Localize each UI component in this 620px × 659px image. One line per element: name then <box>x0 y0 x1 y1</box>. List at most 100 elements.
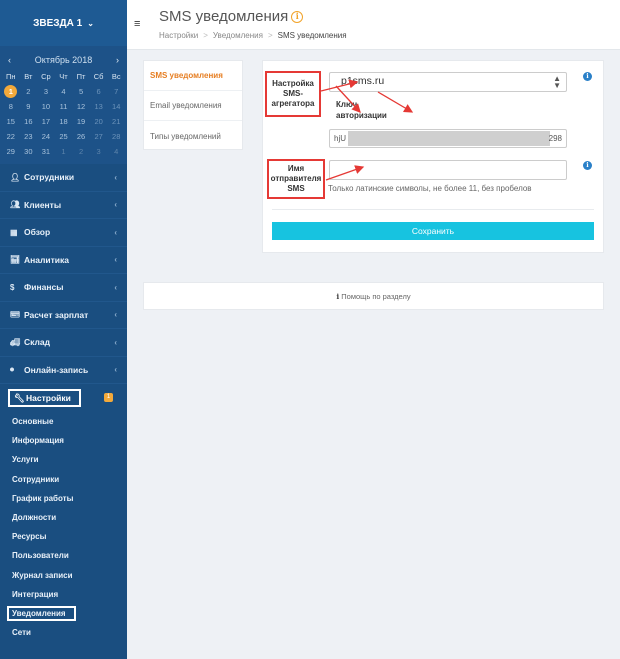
sidebar-item[interactable]: 👤︎ Сотрудники ‹ <box>0 164 127 192</box>
sidebar-item-label: Финансы <box>24 282 64 293</box>
calendar-day[interactable]: 20 <box>90 115 108 128</box>
brand-selector[interactable]: ЗВЕЗДА 1 ⌄ <box>0 0 127 46</box>
chart-icon: 📊︎ <box>10 255 21 265</box>
page-title: SMS уведомления i <box>159 8 304 25</box>
calendar-day[interactable]: 14 <box>107 100 125 113</box>
submenu-item[interactable]: Ресурсы <box>0 527 127 546</box>
sidebar-item-label: Склад <box>24 337 51 348</box>
calendar-day[interactable]: 16 <box>20 115 38 128</box>
chevron-down-icon: ⌄ <box>87 18 94 28</box>
sidebar-item-settings[interactable]: 🔧︎ Настройки 1 <box>0 384 127 412</box>
submenu-item[interactable]: Пользователи <box>0 546 127 565</box>
sidebar-item[interactable]: 👥︎ Клиенты ‹ <box>0 192 127 219</box>
dollar-icon: $ <box>10 282 15 292</box>
calendar-day[interactable]: 29 <box>2 145 20 158</box>
calendar-day[interactable]: 1 <box>4 85 18 98</box>
submenu-item[interactable]: Услуги <box>0 450 127 469</box>
sidebar-item[interactable]: 💳︎ Расчет зарплат ‹ <box>0 302 127 329</box>
submenu-item[interactable]: Интеграция <box>0 585 127 604</box>
chevron-left-icon: ‹ <box>114 310 117 320</box>
breadcrumb-current: SMS уведомления <box>277 31 347 40</box>
calendar-next-icon[interactable]: › <box>116 55 119 65</box>
chevron-left-icon: ‹ <box>114 337 117 347</box>
notification-badge: 1 <box>104 393 113 402</box>
calendar-day[interactable]: 25 <box>55 130 73 143</box>
calendar-weekday: Пт <box>76 72 86 81</box>
aggregator-select[interactable]: p1sms.ru ▲ ▼ <box>329 72 567 92</box>
sidebar-item[interactable]: 🚚︎ Склад ‹ <box>0 329 127 357</box>
submenu-item[interactable]: Уведомления <box>0 604 127 623</box>
calendar-day[interactable]: 21 <box>107 115 125 128</box>
sidebar-item[interactable]: $ Финансы ‹ <box>0 274 127 302</box>
sidebar-item[interactable]: 📊︎ Аналитика ‹ <box>0 247 127 274</box>
breadcrumb-item[interactable]: Уведомления <box>213 31 263 40</box>
sender-name-input[interactable] <box>329 160 567 180</box>
help-link[interactable]: i Помощь по разделу <box>143 282 604 310</box>
chevron-left-icon: ‹ <box>114 200 117 210</box>
breadcrumb: Настройки > Уведомления > SMS уведомления <box>159 31 347 40</box>
calendar-day[interactable]: 9 <box>20 100 38 113</box>
chevron-left-icon: ‹ <box>114 282 117 292</box>
calendar-day[interactable]: 15 <box>2 115 20 128</box>
sidebar-item-label: Аналитика <box>24 254 69 265</box>
wrench-icon: 🔧︎ <box>14 392 25 403</box>
users-icon: 👥︎ <box>10 200 21 210</box>
calendar-day[interactable]: 2 <box>72 145 90 158</box>
calendar-day[interactable]: 19 <box>72 115 90 128</box>
calendar-day[interactable]: 13 <box>90 100 108 113</box>
calendar-day[interactable]: 23 <box>20 130 38 143</box>
record-icon: ⏺ <box>10 364 14 374</box>
calendar-month: Октябрь 2018 <box>34 55 93 65</box>
tab-types[interactable]: Типы уведомлений <box>144 121 242 151</box>
calendar-day[interactable]: 30 <box>20 145 38 158</box>
calendar-weekday: Ср <box>41 72 51 81</box>
calendar-day[interactable]: 3 <box>37 85 55 98</box>
calendar-day[interactable]: 4 <box>107 145 125 158</box>
calendar-day[interactable]: 4 <box>55 85 73 98</box>
calendar-day[interactable]: 17 <box>37 115 55 128</box>
calendar-day[interactable]: 7 <box>107 85 125 98</box>
auth-key-input[interactable]: hjU 298 <box>329 129 567 148</box>
calendar-day[interactable]: 18 <box>55 115 73 128</box>
aggregator-label: Настройка SMS-агрегатора <box>265 71 321 117</box>
calendar-day[interactable]: 1 <box>55 145 73 158</box>
calendar-day[interactable]: 6 <box>90 85 108 98</box>
submenu-item[interactable]: График работы <box>0 489 127 508</box>
calendar-day[interactable]: 8 <box>2 100 20 113</box>
sidebar-item[interactable]: ▦ Обзор ‹ <box>0 219 127 247</box>
card-icon: 💳︎ <box>10 310 21 320</box>
calendar-day[interactable]: 3 <box>90 145 108 158</box>
aggregator-info-icon[interactable]: i <box>583 72 592 81</box>
breadcrumb-item[interactable]: Настройки <box>159 31 198 40</box>
submenu-item[interactable]: Журнал записи <box>0 566 127 585</box>
calendar-prev-icon[interactable]: ‹ <box>8 55 11 65</box>
submenu-item[interactable]: Сети <box>0 623 127 642</box>
calendar-day[interactable]: 28 <box>107 130 125 143</box>
submenu-item[interactable]: Сотрудники <box>0 470 127 489</box>
submenu-item[interactable]: Информация <box>0 431 127 450</box>
calendar-day[interactable]: 5 <box>72 85 90 98</box>
calendar-day[interactable]: 24 <box>37 130 55 143</box>
calendar-weekday: Сб <box>93 72 104 81</box>
calendar-day[interactable]: 10 <box>37 100 55 113</box>
calendar-day[interactable]: 31 <box>37 145 55 158</box>
tab-sms[interactable]: SMS уведомления <box>144 61 242 91</box>
submenu-item[interactable]: Основные <box>0 412 127 431</box>
calendar-day[interactable]: 22 <box>2 130 20 143</box>
form-divider <box>272 209 594 210</box>
sender-info-icon[interactable]: i <box>583 161 592 170</box>
info-icon[interactable]: i <box>291 11 304 23</box>
calendar-day[interactable]: 2 <box>20 85 38 98</box>
calendar-day[interactable]: 11 <box>55 100 73 113</box>
tab-email[interactable]: Email уведомления <box>144 91 242 121</box>
menu-toggle-icon[interactable]: ≡ <box>134 18 140 30</box>
sidebar-item[interactable]: ⏺ Онлайн-запись ‹ <box>0 357 127 384</box>
brand-name: ЗВЕЗДА 1 <box>33 17 83 29</box>
calendar-day[interactable]: 26 <box>72 130 90 143</box>
calendar-day[interactable]: 27 <box>90 130 108 143</box>
save-button[interactable]: Сохранить <box>272 222 594 240</box>
calendar-day[interactable]: 12 <box>72 100 90 113</box>
submenu-item[interactable]: Должности <box>0 508 127 527</box>
calendar-weekday: Чт <box>59 72 68 81</box>
calendar-grid: Пн Вт Ср Чт Пт Сб Вс 1 2 3 4 5 6 7 8 9 10 11 12 13 14 15 16 17 1… <box>2 70 125 158</box>
